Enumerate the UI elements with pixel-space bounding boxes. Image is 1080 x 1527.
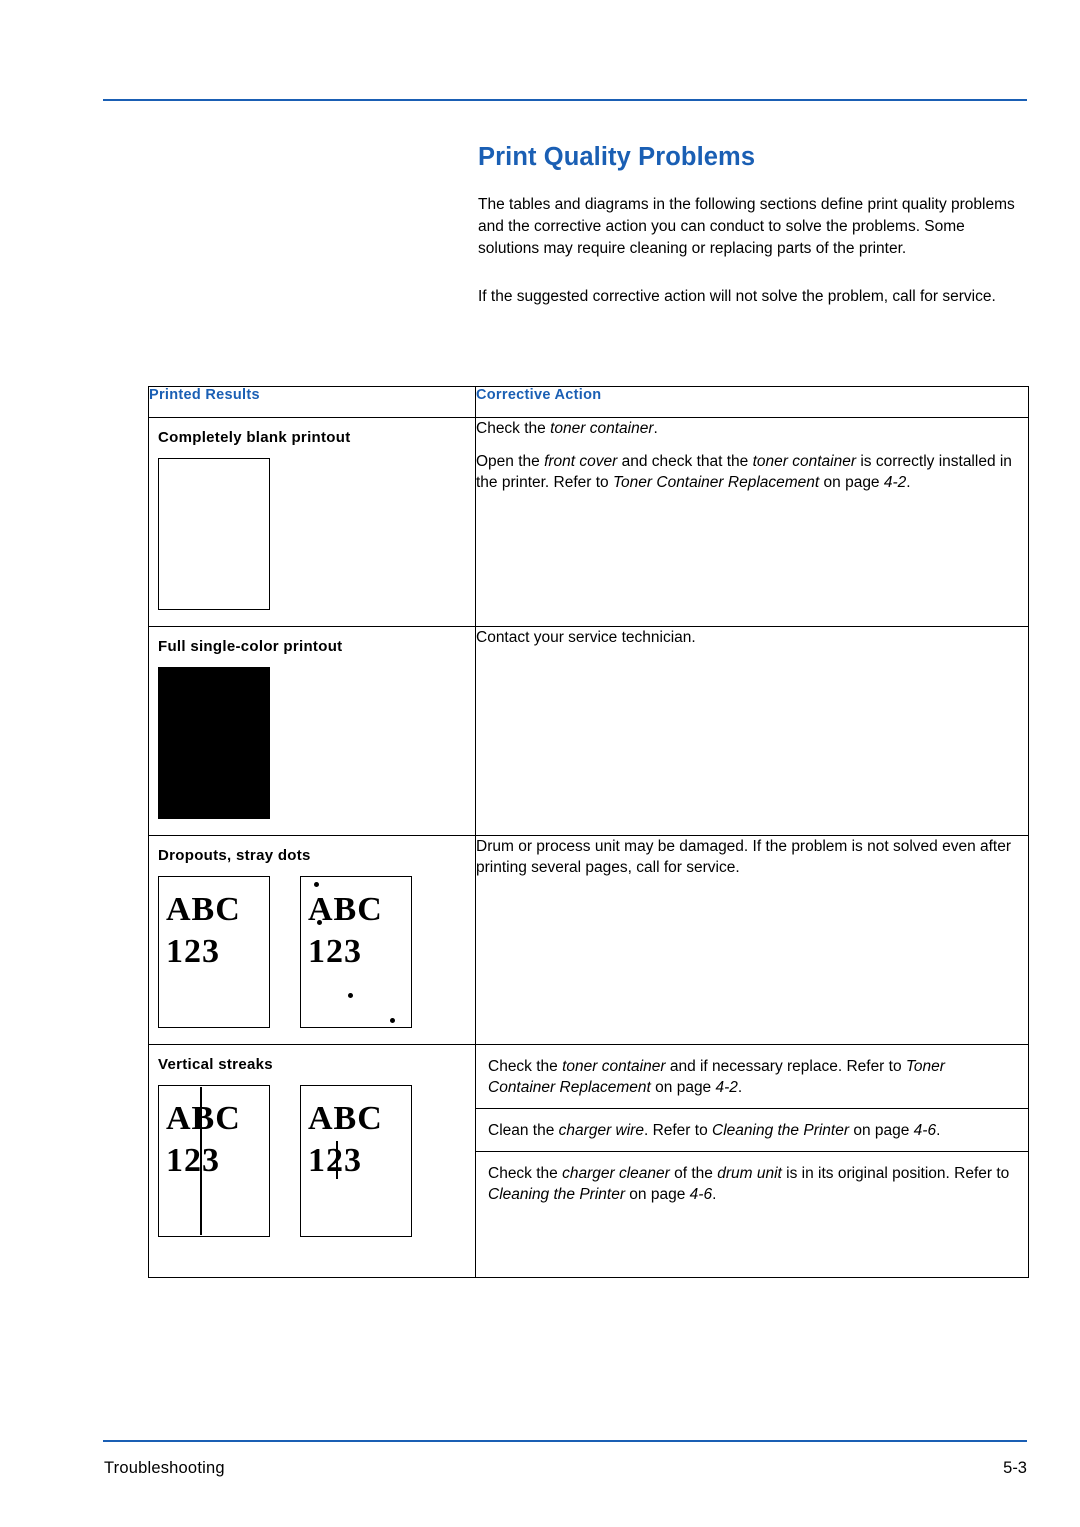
sample-streaks-group: ABC 123 ABC 123 bbox=[149, 1073, 475, 1277]
sample-dropouts-group: ABC 123 ABC 123 bbox=[149, 864, 475, 1044]
table-row: Vertical streaks ABC 123 ABC 123 Check t… bbox=[148, 1044, 1029, 1278]
cell-printed-results: Full single-color printout bbox=[148, 626, 476, 836]
header-rule bbox=[103, 99, 1027, 101]
action-text: Open the front cover and check that the … bbox=[476, 453, 1012, 491]
solid-black-page-icon bbox=[158, 667, 270, 819]
row-label-dropouts: Dropouts, stray dots bbox=[158, 847, 311, 864]
stray-dot bbox=[314, 882, 319, 887]
print-quality-table: Printed Results Corrective Action Comple… bbox=[148, 386, 1029, 1278]
vertical-streak-line bbox=[336, 1141, 338, 1179]
table-row: Dropouts, stray dots ABC 123 ABC 123 Dru… bbox=[148, 835, 1029, 1045]
header-printed-results: Printed Results bbox=[148, 386, 476, 418]
footer-rule bbox=[103, 1440, 1027, 1442]
sample-dropouts-left: ABC 123 bbox=[158, 876, 270, 1028]
cell-corrective-action: Check the toner container. Open the fron… bbox=[475, 417, 1029, 627]
row-label-vertical-streaks: Vertical streaks bbox=[158, 1056, 273, 1073]
action-block: Check the toner container and if necessa… bbox=[476, 1045, 1028, 1109]
abc-page-icon: ABC 123 bbox=[158, 876, 270, 1028]
cell-printed-results: Dropouts, stray dots ABC 123 ABC 123 bbox=[148, 835, 476, 1045]
abc-sample-text: ABC 123 bbox=[166, 1100, 241, 1179]
cell-printed-results: Vertical streaks ABC 123 ABC 123 bbox=[148, 1044, 476, 1278]
action-block: Clean the charger wire. Refer to Cleanin… bbox=[476, 1109, 1028, 1152]
page-title: Print Quality Problems bbox=[478, 143, 756, 171]
action-block: Check the charger cleaner of the drum un… bbox=[488, 1165, 1010, 1203]
table-header-row: Printed Results Corrective Action bbox=[148, 386, 1029, 418]
sample-dropouts-right: ABC 123 bbox=[300, 876, 412, 1028]
cell-corrective-action: Check the toner container and if necessa… bbox=[475, 1044, 1029, 1278]
stray-dot bbox=[317, 920, 322, 925]
intro-paragraph-2: If the suggested corrective action will … bbox=[478, 288, 996, 305]
stray-dot bbox=[348, 993, 353, 998]
blank-page-icon bbox=[158, 458, 270, 610]
vertical-streak-line bbox=[200, 1087, 202, 1235]
action-text: Check the toner container. bbox=[476, 420, 658, 437]
footer-page-number: 5-3 bbox=[1003, 1459, 1027, 1477]
intro-paragraph-1: The tables and diagrams in the following… bbox=[478, 196, 1015, 258]
sample-streaks-right: ABC 123 bbox=[300, 1085, 412, 1237]
abc-page-icon: ABC 123 bbox=[158, 1085, 270, 1237]
action-text: Drum or process unit may be damaged. If … bbox=[476, 838, 1012, 876]
cell-corrective-action: Contact your service technician. bbox=[475, 626, 1029, 836]
row-label-blank-printout: Completely blank printout bbox=[158, 429, 351, 446]
action-text: Contact your service technician. bbox=[476, 629, 696, 646]
stray-dot bbox=[390, 1018, 395, 1023]
sample-streaks-left: ABC 123 bbox=[158, 1085, 270, 1237]
cell-printed-results: Completely blank printout bbox=[148, 417, 476, 627]
abc-page-icon: ABC 123 bbox=[300, 1085, 412, 1237]
abc-sample-text: ABC 123 bbox=[166, 891, 241, 970]
abc-sample-text: ABC 123 bbox=[308, 1100, 383, 1179]
row-label-full-single-color: Full single-color printout bbox=[158, 638, 343, 655]
abc-sample-text: ABC 123 bbox=[308, 891, 383, 970]
table-row: Completely blank printout Check the tone… bbox=[148, 417, 1029, 627]
footer-chapter-label: Troubleshooting bbox=[104, 1459, 225, 1477]
cell-corrective-action: Drum or process unit may be damaged. If … bbox=[475, 835, 1029, 1045]
document-page: Print Quality Problems The tables and di… bbox=[0, 0, 1080, 1527]
abc-page-icon: ABC 123 bbox=[300, 876, 412, 1028]
sample-solid-page-group bbox=[149, 655, 475, 835]
sample-blank-page-group bbox=[149, 446, 475, 626]
table-row: Full single-color printout Contact your … bbox=[148, 626, 1029, 836]
header-corrective-action: Corrective Action bbox=[475, 386, 1029, 418]
